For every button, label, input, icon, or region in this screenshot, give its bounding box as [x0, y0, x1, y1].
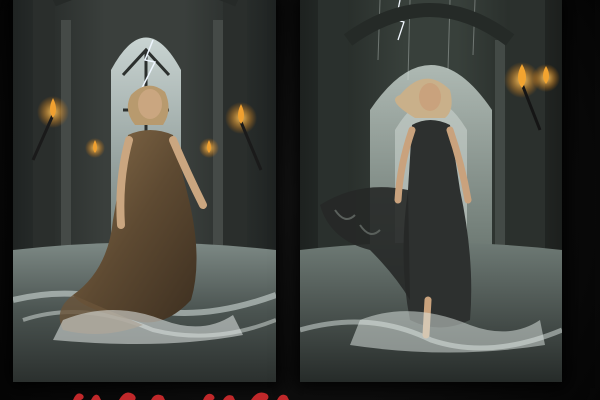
torch-icon: [85, 138, 105, 158]
torch-icon: [532, 64, 560, 92]
left-artwork-image: [13, 0, 276, 382]
right-artwork-image: [300, 0, 562, 382]
cropped-caption-glyphs: [73, 392, 289, 400]
artwork-page: [0, 0, 600, 400]
right-artwork-panel: [300, 0, 562, 382]
torch-icon: [199, 138, 219, 158]
left-artwork-panel: [13, 0, 276, 382]
cropped-red-caption: [55, 386, 315, 400]
